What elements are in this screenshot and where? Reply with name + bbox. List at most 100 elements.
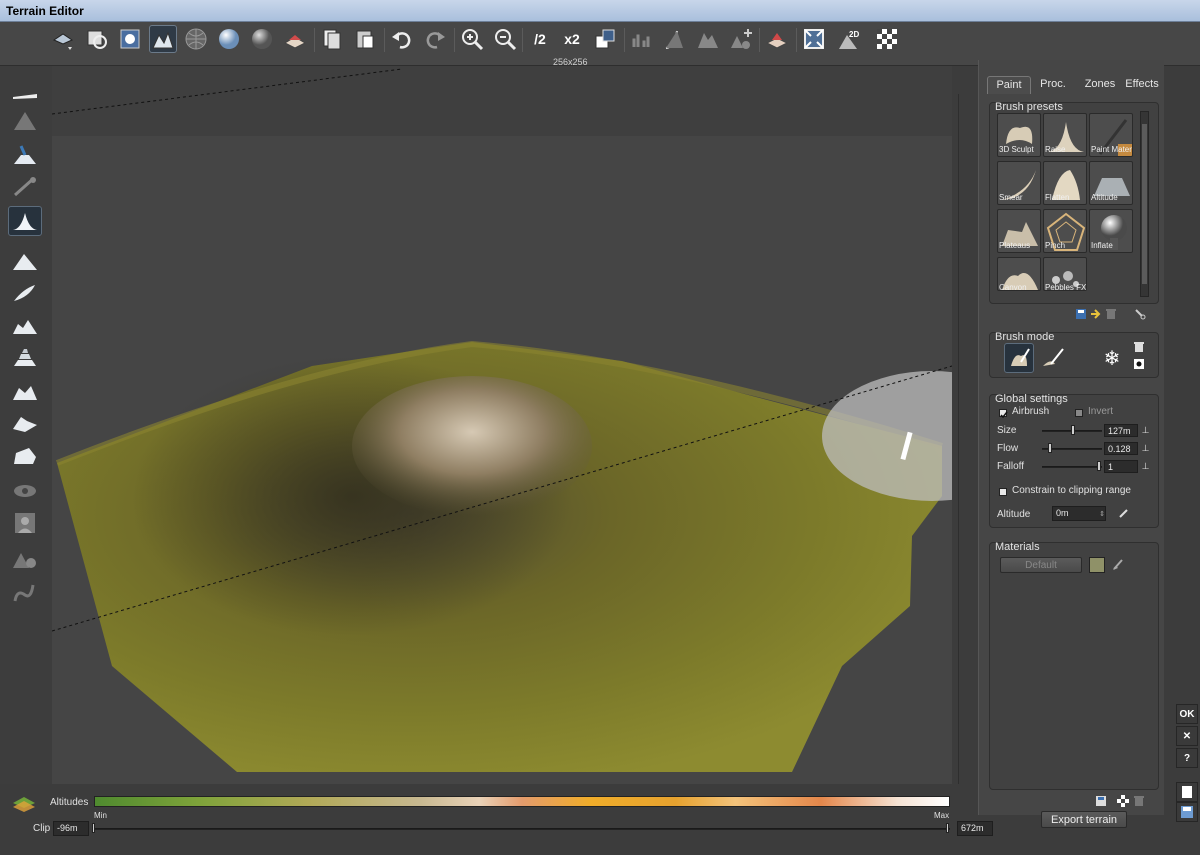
textured-view-icon[interactable] xyxy=(149,25,177,53)
terrace-tool-icon[interactable] xyxy=(8,342,42,372)
preset-flatten[interactable]: Flatten xyxy=(1043,161,1087,205)
wireframe-view-icon[interactable] xyxy=(182,25,210,53)
mountain-tool-icon[interactable] xyxy=(8,106,42,136)
tab-proc[interactable]: Proc. xyxy=(1031,76,1075,94)
load-preset-icon[interactable] xyxy=(1090,308,1102,320)
save-document-icon[interactable] xyxy=(1176,802,1198,822)
double-resolution-button[interactable]: x2 xyxy=(558,25,586,53)
zoom-in-icon[interactable] xyxy=(458,25,486,53)
redo-icon[interactable] xyxy=(421,25,449,53)
preset-inflate[interactable]: Inflate xyxy=(1089,209,1133,253)
paste-terrain-icon[interactable] xyxy=(351,25,379,53)
cliff-tool-icon[interactable] xyxy=(8,440,42,470)
gear-terrain-tool-icon[interactable] xyxy=(8,544,42,574)
presets-scrollbar[interactable] xyxy=(1140,111,1149,297)
copy-terrain-icon[interactable] xyxy=(318,25,346,53)
flow-slider-knob[interactable] xyxy=(1048,443,1052,453)
dunes-tool-icon[interactable] xyxy=(8,408,42,438)
export-terrain-button[interactable]: Export terrain xyxy=(1041,811,1127,828)
portrait-tool-icon[interactable] xyxy=(8,508,42,538)
help-button[interactable]: ? xyxy=(1176,748,1198,768)
peak-tool-icon[interactable] xyxy=(8,206,42,236)
altitude-picker-icon[interactable] xyxy=(1118,507,1130,519)
freeze-icon[interactable]: ❄ xyxy=(1100,346,1124,370)
halve-resolution-button[interactable]: /2 xyxy=(526,25,554,53)
material-shading-icon[interactable] xyxy=(248,25,276,53)
hill-tool-icon[interactable] xyxy=(8,246,42,276)
delete-material-icon[interactable] xyxy=(1133,795,1145,807)
save-preset-icon[interactable] xyxy=(1075,308,1087,320)
preset-pinch[interactable]: Pinch xyxy=(1043,209,1087,253)
clear-freeze-icon[interactable] xyxy=(1133,341,1145,353)
view-2d-icon[interactable]: 2D xyxy=(835,25,863,53)
path-tool-icon[interactable] xyxy=(8,578,42,608)
falloff-slider-knob[interactable] xyxy=(1097,461,1101,471)
sculpt-mode-icon[interactable] xyxy=(1004,343,1034,373)
fit-view-icon[interactable] xyxy=(800,25,828,53)
preset-raise[interactable]: Raise xyxy=(1043,113,1087,157)
material-color-swatch[interactable] xyxy=(1089,557,1105,573)
flatten-view-icon[interactable] xyxy=(281,25,309,53)
size-slider-knob[interactable] xyxy=(1071,425,1075,435)
preset-smear[interactable]: Smear xyxy=(997,161,1041,205)
tab-effects[interactable]: Effects xyxy=(1121,76,1163,94)
displace-icon[interactable] xyxy=(763,25,791,53)
altitude-gradient-bar[interactable] xyxy=(94,796,950,807)
zoom-extents-icon[interactable] xyxy=(83,25,111,53)
clip-range-slider[interactable] xyxy=(94,828,950,830)
altitude-spinner-icon[interactable]: ⇕ xyxy=(1098,507,1106,520)
undo-icon[interactable] xyxy=(388,25,416,53)
sphere-shading-icon[interactable] xyxy=(215,25,243,53)
preset-pebbles-fx[interactable]: Pebbles FX xyxy=(1043,257,1087,291)
preset-paint-material[interactable]: Paint Mater xyxy=(1089,113,1133,157)
preset-options-icon[interactable] xyxy=(1133,308,1147,320)
clip-min-field[interactable]: -96m xyxy=(53,821,89,836)
save-material-icon[interactable] xyxy=(1095,795,1107,807)
light-view-icon[interactable] xyxy=(116,25,144,53)
histogram-icon[interactable] xyxy=(628,25,656,53)
flow-pressure-icon[interactable]: ⊥ xyxy=(1141,443,1150,454)
delete-preset-icon[interactable] xyxy=(1105,308,1117,320)
default-material-button[interactable]: Default xyxy=(1000,557,1082,573)
preset-3d-sculpt[interactable]: 3D Sculpt xyxy=(997,113,1041,157)
rocks-tool-icon[interactable] xyxy=(8,310,42,340)
size-pressure-icon[interactable]: ⊥ xyxy=(1141,425,1150,436)
falloff-slider[interactable] xyxy=(1042,466,1102,468)
transparency-icon[interactable] xyxy=(873,25,901,53)
crater-tool-icon[interactable] xyxy=(8,376,42,406)
tab-paint[interactable]: Paint xyxy=(987,76,1031,94)
preset-canyon[interactable]: Canyon xyxy=(997,257,1041,291)
invert-freeze-icon[interactable] xyxy=(1133,358,1145,370)
flow-field[interactable]: 0.128 xyxy=(1104,442,1138,455)
terrain-viewport[interactable] xyxy=(52,66,952,784)
eye-tool-icon[interactable] xyxy=(8,476,42,506)
altitude-layers-icon[interactable] xyxy=(10,792,38,814)
falloff-field[interactable]: 1 xyxy=(1104,460,1138,473)
material-brush-icon[interactable] xyxy=(1111,558,1125,572)
add-feature-icon[interactable] xyxy=(727,25,755,53)
crop-icon[interactable] xyxy=(591,25,619,53)
preset-altitude[interactable]: Altitude xyxy=(1089,161,1133,205)
clip-max-knob[interactable] xyxy=(946,823,949,833)
paint-mode-icon[interactable] xyxy=(1038,343,1068,373)
clip-range-checkbox[interactable] xyxy=(999,488,1007,496)
plateau-tool-icon[interactable] xyxy=(8,140,42,170)
ridge-tool-icon[interactable] xyxy=(8,278,42,308)
presets-scroll-thumb[interactable] xyxy=(1142,124,1147,284)
zoom-out-icon[interactable] xyxy=(491,25,519,53)
tab-zones[interactable]: Zones xyxy=(1079,76,1121,94)
new-document-icon[interactable] xyxy=(1176,782,1198,802)
ok-button[interactable]: OK xyxy=(1176,704,1198,724)
clip-max-field[interactable]: 672m xyxy=(957,821,993,836)
erosion-icon[interactable] xyxy=(694,25,722,53)
airbrush-checkbox[interactable] xyxy=(999,409,1008,419)
brush-stroke-tool-icon[interactable] xyxy=(8,172,42,202)
curve-icon[interactable] xyxy=(661,25,689,53)
terrain-menu-icon[interactable] xyxy=(49,25,77,53)
size-field[interactable]: 127m xyxy=(1104,424,1138,437)
invert-checkbox[interactable] xyxy=(1075,409,1083,417)
close-button[interactable]: ✕ xyxy=(1176,726,1198,746)
clip-min-knob[interactable] xyxy=(92,823,95,833)
preset-plateaus[interactable]: Plateaus xyxy=(997,209,1041,253)
falloff-pressure-icon[interactable]: ⊥ xyxy=(1141,461,1150,472)
